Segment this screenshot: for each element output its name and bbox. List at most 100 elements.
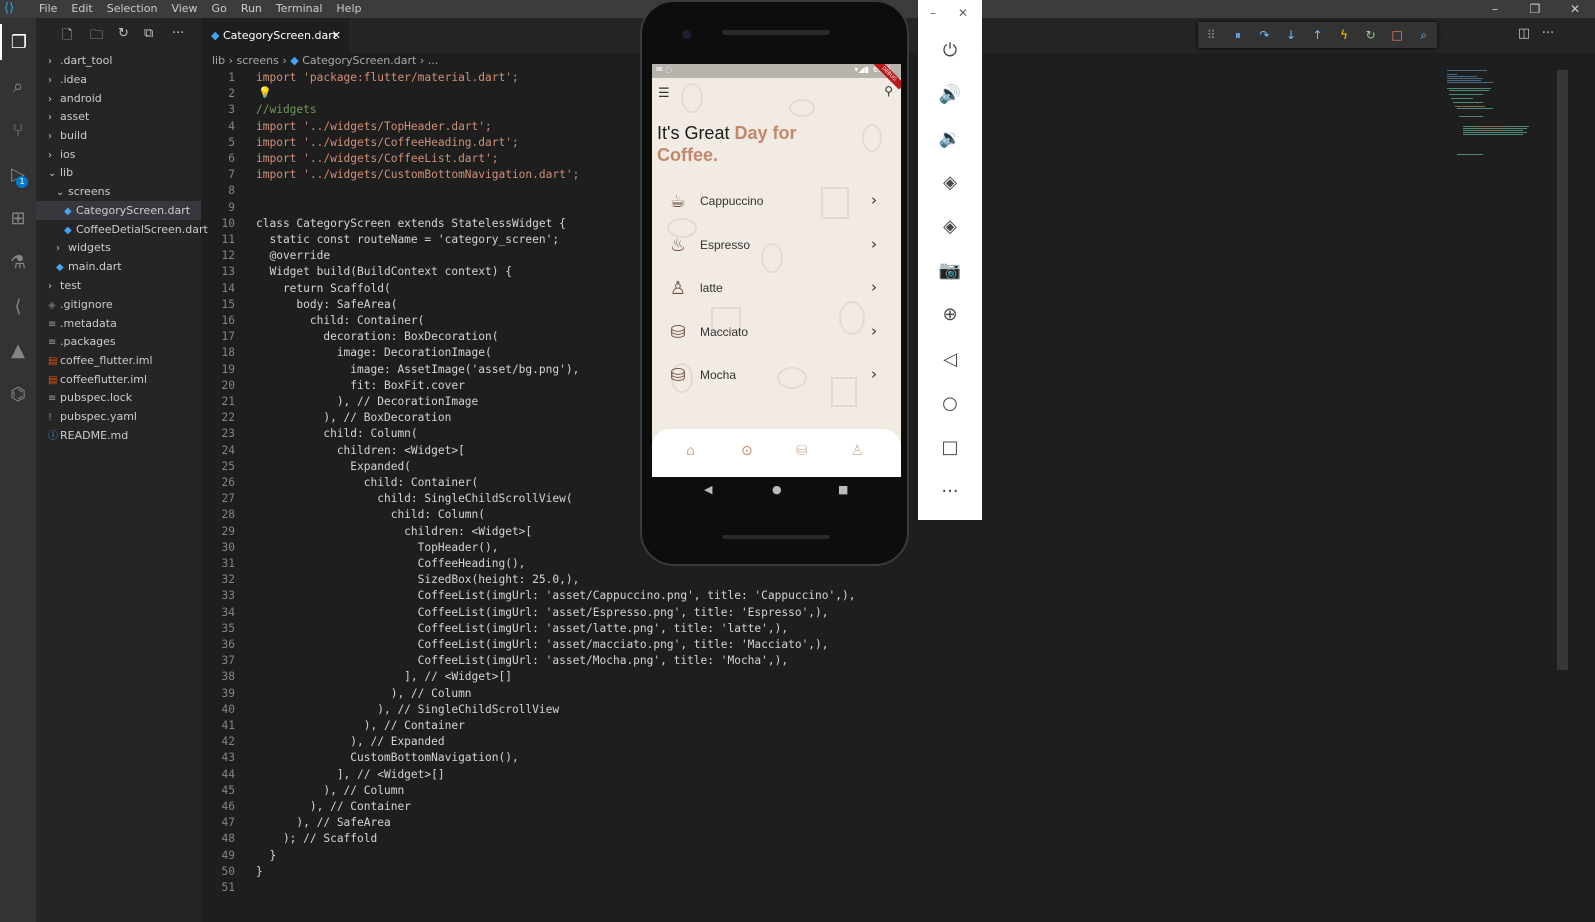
tree-file-coffee-flutter-iml[interactable]: ▤ coffee_flutter.iml	[48, 351, 153, 370]
coffee-list-item[interactable]: ♨ Espresso ›	[652, 225, 901, 268]
tree-file-gitignore[interactable]: ◈ .gitignore	[48, 295, 113, 314]
tree-file-metadata[interactable]: ≡ .metadata	[48, 314, 117, 333]
explorer-icon[interactable]: ❐	[0, 24, 36, 60]
menu-terminal[interactable]: Terminal	[269, 0, 330, 18]
breadcrumb-screens[interactable]: screens	[237, 54, 279, 67]
breadcrumb-symbol[interactable]: ...	[428, 54, 439, 67]
step-out-icon[interactable]: ↑	[1304, 28, 1331, 42]
tab-category-screen[interactable]: ◆ CategoryScreen.dart ✕	[201, 18, 349, 53]
back-nav-icon[interactable]: ◀	[704, 483, 712, 496]
coffee-list-item[interactable]: ⛁ Mocha ›	[652, 355, 901, 398]
code-text: CoffeeList(imgUrl: 'asset/Mocha.png', ti…	[256, 654, 789, 668]
screenshot-icon[interactable]: 📷	[918, 256, 982, 286]
tree-file-pubspec-yaml[interactable]: ! pubspec.yaml	[48, 407, 137, 426]
close-tab-icon[interactable]: ✕	[332, 18, 341, 53]
search-icon[interactable]: ⚲	[884, 84, 893, 98]
extensions-icon[interactable]: ⊞	[0, 200, 36, 236]
tree-file-main[interactable]: ◆ main.dart	[56, 257, 122, 276]
step-into-icon[interactable]: ↓	[1278, 28, 1305, 42]
code-text: CoffeeList(imgUrl: 'asset/Cappuccino.png…	[256, 589, 856, 603]
zoom-icon[interactable]: ⊕	[918, 300, 982, 330]
minimap[interactable]	[1445, 70, 1545, 170]
new-file-icon[interactable]: 🗋	[62, 26, 72, 48]
drawer-menu-icon[interactable]: ☰	[658, 86, 672, 101]
new-folder-icon[interactable]: 🗀	[90, 26, 103, 48]
menu-run[interactable]: Run	[234, 0, 269, 18]
tree-folder-idea[interactable]: › .idea	[48, 70, 87, 89]
lightbulb-icon[interactable]: 💡	[258, 86, 272, 99]
tree-folder-dart-tool[interactable]: › .dart_tool	[48, 51, 112, 70]
tree-file-pubspec-lock[interactable]: ≡ pubspec.lock	[48, 388, 132, 407]
menu-selection[interactable]: Selection	[100, 0, 165, 18]
more-options-icon[interactable]: ···	[918, 477, 982, 507]
power-icon[interactable]: ⏻	[918, 36, 982, 66]
volume-up-icon[interactable]: 🔊	[918, 80, 982, 110]
code-text: CoffeeList(imgUrl: 'asset/Espresso.png',…	[256, 605, 829, 619]
close-window-button[interactable]: ✕	[1555, 0, 1595, 18]
step-over-icon[interactable]: ↷	[1251, 28, 1278, 42]
overview-icon[interactable]: □	[918, 433, 982, 463]
pause-icon[interactable]: ⏸	[1225, 28, 1252, 43]
maximize-button[interactable]: ❐	[1515, 0, 1555, 18]
tree-file-packages[interactable]: ≡ .packages	[48, 332, 116, 351]
back-icon[interactable]: ◁	[918, 345, 982, 375]
line-number: 23	[221, 427, 235, 441]
recents-nav-icon[interactable]: ■	[838, 483, 848, 496]
rotate-left-icon[interactable]: ◈	[918, 168, 982, 198]
split-editor-icon[interactable]: ◫	[1512, 26, 1536, 41]
menu-edit[interactable]: Edit	[64, 0, 99, 18]
location-icon[interactable]: ⊙	[741, 443, 753, 459]
coffee-list-item[interactable]: ⛁ Macciato ›	[652, 312, 901, 355]
run-debug-icon[interactable]: ▷ 1	[0, 156, 36, 192]
drag-handle-icon[interactable]: ⠿	[1198, 28, 1225, 42]
phone-speaker	[722, 30, 830, 35]
phone-screen[interactable]: ✉ ◌ 6:46 ▾◢▮ DEBUG ☰ ⚲ It's Great Day fo…	[652, 64, 901, 477]
more-actions-icon[interactable]: ···	[172, 26, 184, 41]
flutter-icon[interactable]: ⟨	[0, 288, 36, 324]
tree-folder-lib[interactable]: ⌄ lib	[48, 163, 73, 182]
tree-file-category-screen[interactable]: ◆ CategoryScreen.dart	[36, 201, 201, 220]
remote-icon[interactable]: ⌬	[0, 376, 36, 412]
collapse-all-icon[interactable]: ⧉	[144, 26, 153, 41]
menu-file[interactable]: File	[32, 0, 64, 18]
editor-scrollbar[interactable]	[1557, 70, 1568, 670]
testing-icon[interactable]: ⚗	[0, 244, 36, 280]
emulator-minimize-icon[interactable]: –	[930, 6, 936, 20]
home-nav-icon[interactable]: ●	[772, 483, 782, 496]
menu-view[interactable]: View	[164, 0, 204, 18]
more-editor-actions-icon[interactable]: ···	[1536, 26, 1560, 41]
tree-folder-test[interactable]: › test	[48, 276, 81, 295]
tree-folder-build[interactable]: › build	[48, 126, 87, 145]
tree-folder-asset[interactable]: › asset	[48, 107, 89, 126]
hot-reload-icon[interactable]: ϟ	[1331, 28, 1358, 42]
rotate-right-icon[interactable]: ◈	[918, 212, 982, 242]
tree-file-coffeeflutter-iml[interactable]: ▤ coffeeflutter.iml	[48, 370, 147, 389]
tree-folder-ios[interactable]: › ios	[48, 145, 76, 164]
minimize-button[interactable]: –	[1475, 0, 1515, 18]
tree-folder-widgets[interactable]: › widgets	[56, 238, 111, 257]
coffee-list-item[interactable]: ♙ latte ›	[652, 268, 901, 311]
profile-icon[interactable]: ♙	[851, 443, 864, 459]
breadcrumb-lib[interactable]: lib	[212, 54, 225, 67]
tree-file-coffee-detail-screen[interactable]: ◆ CoffeeDetialScreen.dart	[64, 220, 208, 239]
line-number: 15	[221, 297, 235, 311]
restart-icon[interactable]: ↻	[1357, 28, 1384, 42]
source-control-icon[interactable]: ⑂	[0, 112, 36, 148]
tree-folder-android[interactable]: › android	[48, 89, 102, 108]
tree-file-readme[interactable]: ⓘ README.md	[48, 426, 128, 445]
menu-help[interactable]: Help	[329, 0, 368, 18]
volume-down-icon[interactable]: 🔉	[918, 124, 982, 154]
menu-go[interactable]: Go	[205, 0, 234, 18]
cup-nav-icon[interactable]: ⛁	[796, 443, 808, 459]
search-icon[interactable]: ⌕	[0, 68, 36, 104]
emulator-close-icon[interactable]: ✕	[958, 6, 968, 20]
refresh-icon[interactable]: ↻	[118, 26, 129, 41]
azure-icon[interactable]: ▲	[0, 332, 36, 368]
tree-folder-screens[interactable]: ⌄ screens	[56, 182, 110, 201]
devtools-icon[interactable]: ⌕	[1411, 28, 1438, 43]
breadcrumb-file[interactable]: CategoryScreen.dart	[302, 54, 416, 67]
stop-icon[interactable]: □	[1384, 28, 1411, 42]
home-circle-icon[interactable]: ○	[918, 389, 982, 419]
home-icon[interactable]: ⌂	[686, 443, 695, 459]
coffee-list-item[interactable]: ☕ Cappuccino ›	[652, 181, 901, 224]
